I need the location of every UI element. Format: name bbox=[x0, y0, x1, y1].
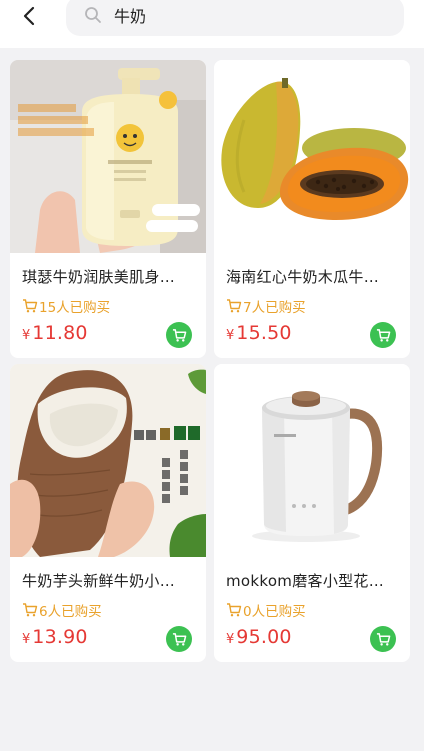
add-to-cart-button[interactable] bbox=[166, 626, 192, 652]
cart-icon bbox=[172, 328, 186, 342]
add-to-cart-button[interactable] bbox=[370, 322, 396, 348]
lotion-bottle-image bbox=[10, 60, 206, 253]
price-value: 95.00 bbox=[236, 626, 292, 648]
price-value: 15.50 bbox=[236, 322, 292, 344]
search-input[interactable] bbox=[114, 2, 384, 28]
currency-symbol: ¥ bbox=[22, 328, 31, 343]
cart-icon bbox=[376, 632, 390, 646]
currency-symbol: ¥ bbox=[226, 632, 235, 647]
price: ¥ 11.80 bbox=[22, 322, 88, 344]
product-name: 牛奶芋头新鲜牛奶小… bbox=[22, 572, 176, 590]
product-card[interactable]: 牛奶芋头新鲜牛奶小… 6人已购买 ¥ 13.90 bbox=[10, 364, 206, 662]
buyers-label: 6人已购买 bbox=[39, 604, 102, 620]
currency-symbol: ¥ bbox=[226, 328, 235, 343]
back-button[interactable] bbox=[14, 2, 46, 30]
cart-icon bbox=[376, 328, 390, 342]
taro-image bbox=[10, 364, 206, 557]
buyers-label: 0人已购买 bbox=[243, 604, 306, 620]
price-value: 11.80 bbox=[32, 322, 88, 344]
add-to-cart-button[interactable] bbox=[166, 322, 192, 348]
price: ¥ 13.90 bbox=[22, 626, 88, 648]
add-to-cart-button[interactable] bbox=[370, 626, 396, 652]
product-card[interactable]: 琪瑟牛奶润肤美肌身… 15人已购买 ¥ 11.80 bbox=[10, 60, 206, 358]
kettle-image bbox=[214, 364, 410, 557]
top-bar bbox=[0, 0, 424, 48]
price: ¥ 15.50 bbox=[226, 322, 292, 344]
buyers-count: 0人已购买 bbox=[226, 601, 306, 620]
product-name: mokkom磨客小型花… bbox=[226, 572, 385, 590]
price: ¥ 95.00 bbox=[226, 626, 292, 648]
product-card[interactable]: 海南红心牛奶木瓜牛… 7人已购买 ¥ 15.50 bbox=[214, 60, 410, 358]
search-icon bbox=[85, 7, 101, 23]
product-card[interactable]: mokkom磨客小型花… 0人已购买 ¥ 95.00 bbox=[214, 364, 410, 662]
buyers-count: 6人已购买 bbox=[22, 601, 102, 620]
chevron-left-icon bbox=[23, 6, 35, 26]
search-box[interactable] bbox=[66, 0, 404, 36]
cart-outline-icon bbox=[23, 603, 38, 617]
buyers-label: 7人已购买 bbox=[243, 300, 306, 316]
papaya-image bbox=[214, 60, 410, 253]
price-value: 13.90 bbox=[32, 626, 88, 648]
buyers-label: 15人已购买 bbox=[39, 300, 111, 316]
product-name: 海南红心牛奶木瓜牛… bbox=[226, 268, 380, 286]
currency-symbol: ¥ bbox=[22, 632, 31, 647]
product-name: 琪瑟牛奶润肤美肌身… bbox=[22, 268, 176, 286]
cart-icon bbox=[172, 632, 186, 646]
cart-outline-icon bbox=[227, 603, 242, 617]
buyers-count: 15人已购买 bbox=[22, 297, 111, 316]
cart-outline-icon bbox=[23, 299, 38, 313]
buyers-count: 7人已购买 bbox=[226, 297, 306, 316]
cart-outline-icon bbox=[227, 299, 242, 313]
